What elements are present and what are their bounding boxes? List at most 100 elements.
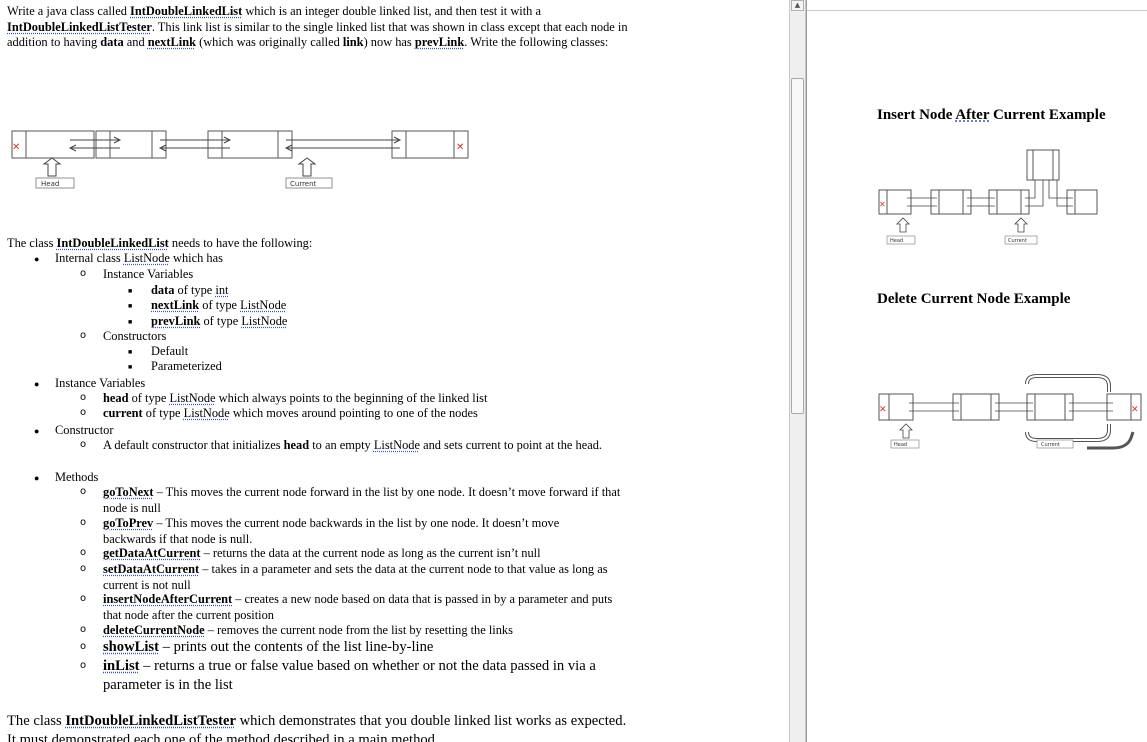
method-desc: – returns a true or false value based on… — [103, 658, 596, 693]
method-name: getDataAtCurrent — [103, 546, 201, 560]
bullet: ■ — [128, 363, 132, 371]
nextlink-word: nextLink — [148, 35, 196, 49]
node-2 — [96, 131, 166, 158]
intro-text: . Write the following classes: — [464, 35, 608, 49]
null-mark-right: ✕ — [456, 142, 464, 153]
method-name: insertNodeAfterCurrent — [103, 592, 232, 606]
bullet: o — [80, 486, 86, 497]
method-showlist: showList – prints out the contents of th… — [103, 638, 643, 657]
method-name: goToNext — [103, 485, 153, 499]
intro-text: which is an integer double linked list, … — [242, 4, 541, 18]
scroll-thumb[interactable] — [791, 78, 804, 414]
section1-text: needs to have the following: — [169, 236, 313, 250]
var-type: ListNode — [184, 406, 230, 420]
method-name: showList — [103, 639, 159, 655]
svg-text:✕: ✕ — [456, 142, 464, 153]
item-text: of type — [143, 406, 184, 420]
bullet: o — [80, 593, 86, 604]
var-name: head — [284, 438, 309, 452]
link-word: link — [343, 35, 364, 49]
insert-node-diagram: ✕ Head Current — [877, 146, 1099, 250]
page-gutter — [725, 0, 790, 742]
intro-text: Write a java class called — [7, 4, 130, 18]
instance-vars-item: Instance Variables — [103, 267, 193, 283]
bullet: o — [80, 641, 86, 652]
var-type: ListNode — [169, 391, 215, 405]
delete-current-label: Current — [1041, 442, 1060, 448]
var-type: ListNode — [241, 314, 287, 328]
item-text: A default constructor that initializes — [103, 438, 284, 452]
section2-text: The class — [7, 713, 65, 729]
node-1 — [12, 131, 94, 158]
method-getdata: getDataAtCurrent – returns the data at t… — [103, 546, 633, 562]
method-name: inList — [103, 658, 140, 674]
insert-head-label: Head — [890, 238, 903, 244]
var-name: nextLink — [151, 298, 199, 312]
bullet: ■ — [128, 348, 132, 356]
tester-class-name: IntDoubleLinkedListTester — [65, 713, 236, 729]
var-type: ListNode — [374, 438, 420, 452]
null-mark: ✕ — [879, 200, 886, 209]
tester-class-name: IntDoubleLinkedListTester — [7, 20, 152, 34]
method-gotoprev: goToPrev – This moves the current node b… — [103, 516, 613, 547]
section2-paragraph: The class IntDoubleLinkedListTester whic… — [7, 712, 637, 742]
delete-example-title: Delete Current Node Example — [877, 291, 1070, 308]
head-pointer-arrow — [44, 158, 60, 176]
bullet: o — [80, 268, 86, 279]
nextlink-var-item: nextLink of type ListNode — [151, 298, 286, 314]
data-word: data — [100, 35, 123, 49]
bullet: o — [80, 547, 86, 558]
bullet: ● — [34, 473, 39, 483]
linked-list-diagram: ✕ ✕ Head Current — [10, 128, 480, 192]
method-name: deleteCurrentNode — [103, 623, 205, 637]
document-page-right[interactable]: Insert Node After Current Example ✕ Head… — [806, 0, 1147, 742]
instance-vars2-item: Instance Variables — [55, 376, 145, 392]
method-inlist: inList – returns a true or false value b… — [103, 657, 623, 694]
document-page-left[interactable]: Write a java class called IntDoubleLinke… — [0, 0, 725, 742]
bullet: ● — [34, 379, 39, 389]
triangle-up-icon[interactable]: ▲ — [791, 0, 804, 11]
current-pointer-arrow — [299, 158, 315, 176]
intro-text: (which was originally called — [196, 35, 343, 49]
var-name: head — [103, 391, 128, 405]
bullet: ■ — [128, 302, 132, 310]
data-var-item: data of type int — [151, 283, 228, 299]
svg-text:✕: ✕ — [12, 142, 20, 153]
method-desc: – returns the data at the current node a… — [201, 546, 541, 560]
vertical-scrollbar[interactable]: ▲ — [789, 0, 806, 742]
bullet: ● — [34, 426, 39, 436]
class-name-link: IntDoubleLinkedList — [130, 4, 242, 18]
item-text: and sets current to point at the head. — [420, 438, 602, 452]
bullet: o — [80, 392, 86, 403]
constructor-item: Constructor — [55, 423, 114, 439]
bullet: ■ — [128, 287, 132, 295]
default-item: Default — [151, 344, 188, 360]
item-text: which moves around pointing to one of th… — [230, 406, 478, 420]
var-name: current — [103, 406, 143, 420]
ctor-desc-item: A default constructor that initializes h… — [103, 438, 618, 454]
constructors-item: Constructors — [103, 329, 166, 345]
var-name: prevLink — [151, 314, 200, 328]
item-text: which always points to the beginning of … — [216, 391, 488, 405]
item-text: of type — [174, 283, 215, 297]
method-name: goToPrev — [103, 516, 153, 530]
bullet: o — [80, 330, 86, 341]
parameterized-item: Parameterized — [151, 359, 222, 375]
prevlink-var-item: prevLink of type ListNode — [151, 314, 287, 330]
current-label: Current — [290, 180, 317, 188]
item-text: of type — [199, 298, 240, 312]
var-type: int — [215, 283, 228, 297]
intro-paragraph: Write a java class called IntDoubleLinke… — [7, 4, 637, 51]
null-mark: ✕ — [1131, 405, 1139, 415]
insert-example-title: Insert Node After Current Example — [877, 107, 1106, 124]
var-name: data — [151, 283, 174, 297]
methods-item: Methods — [55, 470, 98, 486]
delete-node-diagram: ✕ ✕ Head Current — [877, 372, 1147, 452]
method-setdata: setDataAtCurrent – takes in a parameter … — [103, 562, 613, 593]
internal-class-item: Internal class ListNode which has — [55, 251, 223, 267]
bullet: ● — [34, 254, 39, 264]
item-text: which has — [170, 251, 223, 265]
delete-head-label: Head — [894, 442, 907, 448]
current-var-item: current of type ListNode which moves aro… — [103, 406, 478, 422]
null-mark-left: ✕ — [12, 142, 20, 153]
